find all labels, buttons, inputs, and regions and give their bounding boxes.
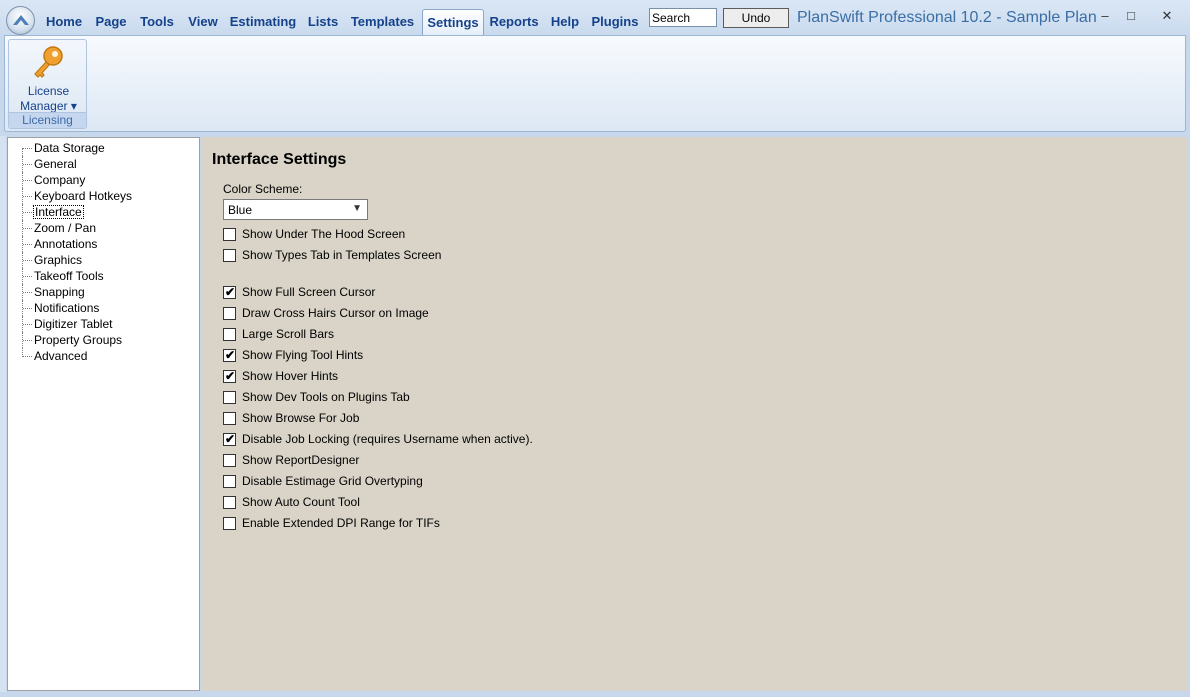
- tab-view[interactable]: View: [183, 10, 223, 34]
- tab-reports[interactable]: Reports: [488, 10, 540, 34]
- checkbox[interactable]: [223, 391, 236, 404]
- color-scheme-select[interactable]: Blue ▼: [223, 199, 368, 220]
- ribbon-group-licensing: License Manager ▾ Licensing: [8, 39, 87, 129]
- checkbox[interactable]: [223, 249, 236, 262]
- checkmark-icon: ✔: [225, 432, 236, 446]
- tab-help[interactable]: Help: [548, 10, 582, 34]
- checkbox[interactable]: [223, 496, 236, 509]
- checkbox[interactable]: [223, 454, 236, 467]
- ribbon: License Manager ▾ Licensing: [4, 35, 1186, 132]
- status-strip: [0, 692, 1190, 697]
- checkbox[interactable]: [223, 475, 236, 488]
- tab-estimating[interactable]: Estimating: [229, 10, 297, 34]
- checkbox[interactable]: [223, 307, 236, 320]
- tree-item-advanced[interactable]: Advanced: [8, 348, 198, 364]
- settings-tree: Data Storage General Company Keyboard Ho…: [7, 137, 200, 691]
- tree-item-snapping[interactable]: Snapping: [8, 284, 198, 300]
- tree-item-zoom-pan[interactable]: Zoom / Pan: [8, 220, 198, 236]
- checkmark-icon: ✔: [225, 285, 236, 299]
- checkmark-icon: ✔: [225, 369, 236, 383]
- undo-button[interactable]: Undo: [723, 8, 789, 28]
- tab-templates[interactable]: Templates: [349, 10, 416, 34]
- chevron-down-icon: ▼: [352, 203, 362, 214]
- tree-item-data-storage[interactable]: Data Storage: [8, 140, 198, 156]
- key-icon: [34, 46, 63, 78]
- close-icon[interactable]: ✕: [1154, 6, 1180, 26]
- maximize-icon[interactable]: □: [1118, 6, 1144, 26]
- tree-item-digitizer-tablet[interactable]: Digitizer Tablet: [8, 316, 198, 332]
- search-input[interactable]: [649, 8, 717, 27]
- interface-settings-panel: Interface Settings Color Scheme: Blue ▼ …: [201, 137, 1187, 691]
- tab-plugins[interactable]: Plugins: [590, 10, 640, 34]
- license-manager-label: License: [27, 84, 70, 98]
- left-edge: [0, 136, 6, 692]
- checkmark-icon: ✔: [225, 348, 236, 362]
- license-manager-button[interactable]: License Manager ▾: [9, 40, 88, 114]
- tree-item-graphics[interactable]: Graphics: [8, 252, 198, 268]
- checkbox[interactable]: [223, 228, 236, 241]
- tab-home[interactable]: Home: [41, 10, 87, 34]
- checkbox[interactable]: ✔: [223, 369, 236, 383]
- tree-item-keyboard-hotkeys[interactable]: Keyboard Hotkeys: [8, 188, 198, 204]
- checkbox[interactable]: [223, 412, 236, 425]
- checkbox[interactable]: [223, 517, 236, 530]
- app-logo-icon: [13, 15, 29, 25]
- tab-tools[interactable]: Tools: [137, 10, 177, 34]
- tree-item-notifications[interactable]: Notifications: [8, 300, 198, 316]
- minimize-icon[interactable]: –: [1092, 6, 1118, 26]
- ribbon-group-label: Licensing: [9, 112, 86, 128]
- tab-lists[interactable]: Lists: [303, 10, 343, 34]
- tree-item-annotations[interactable]: Annotations: [8, 236, 198, 252]
- tree-item-company[interactable]: Company: [8, 172, 198, 188]
- tab-settings[interactable]: Settings: [422, 9, 484, 36]
- page-title: Interface Settings: [212, 151, 347, 168]
- checkbox[interactable]: [223, 328, 236, 341]
- app-menu-button[interactable]: [6, 6, 35, 35]
- checkbox[interactable]: ✔: [223, 432, 236, 446]
- tab-page[interactable]: Page: [91, 10, 131, 34]
- tree-item-interface[interactable]: Interface: [8, 204, 198, 220]
- checkbox[interactable]: ✔: [223, 348, 236, 362]
- title-bar: Home Page Tools View Estimating Lists Te…: [0, 0, 1190, 36]
- color-scheme-label: Color Scheme:: [223, 182, 303, 196]
- color-scheme-value: Blue: [228, 203, 253, 217]
- tree-item-takeoff-tools[interactable]: Takeoff Tools: [8, 268, 198, 284]
- tree-item-property-groups[interactable]: Property Groups: [8, 332, 198, 348]
- tree-item-general[interactable]: General: [8, 156, 198, 172]
- checkbox[interactable]: ✔: [223, 285, 236, 299]
- window-title: PlanSwift Professional 10.2 - Sample Pla…: [797, 9, 1097, 26]
